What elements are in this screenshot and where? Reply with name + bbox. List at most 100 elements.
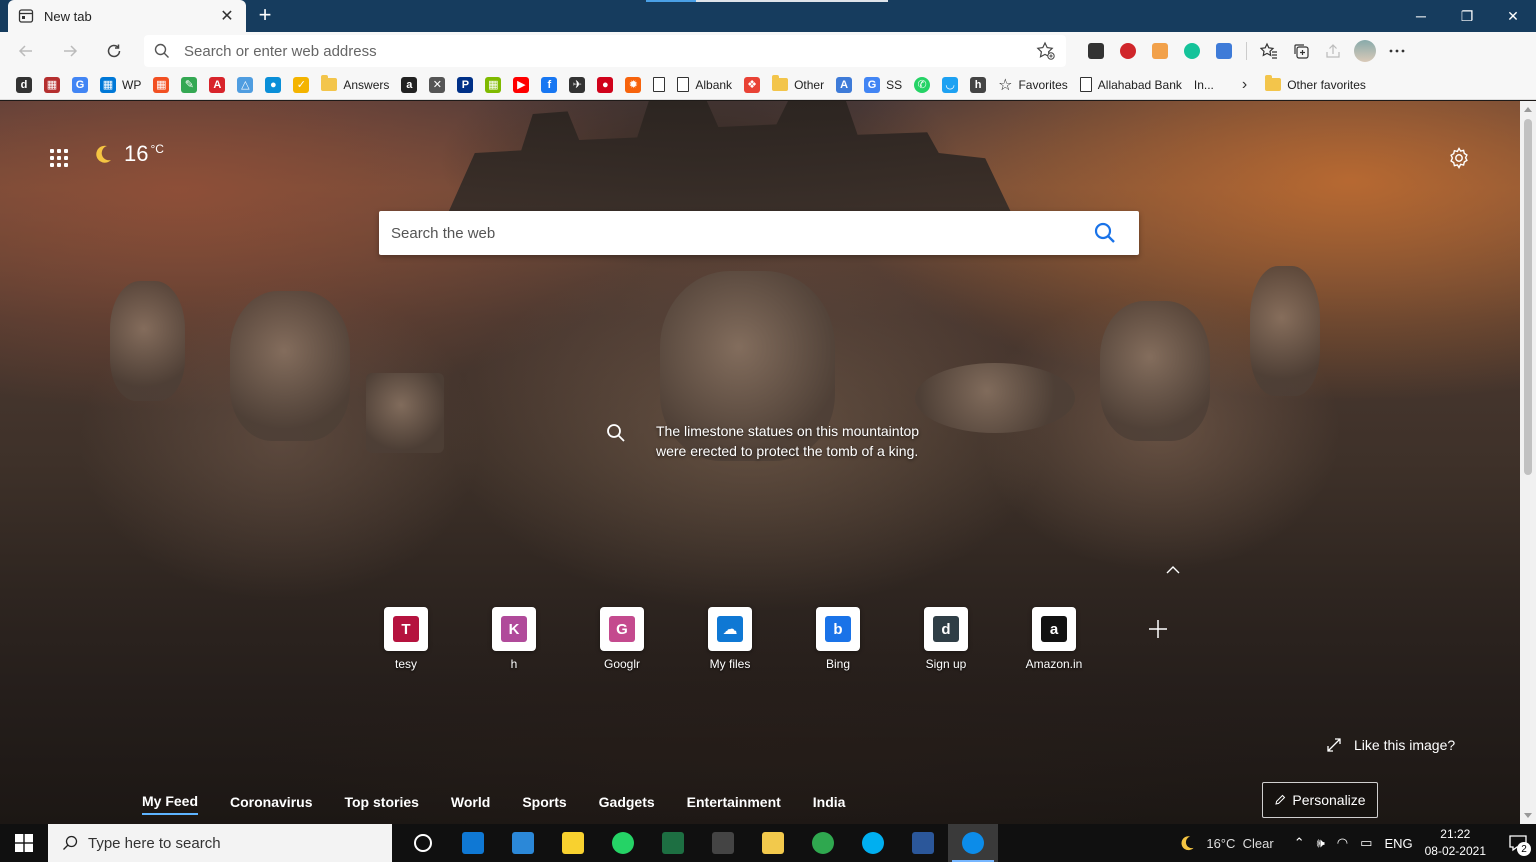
page-scrollbar[interactable] [1520,101,1536,824]
bookmark-item[interactable]: P [453,72,477,98]
taskbar-app[interactable] [398,824,448,862]
tray-weather[interactable]: 16°C Clear [1178,834,1274,852]
volume-icon[interactable]: 🕪 [1317,835,1325,851]
settings-more-button[interactable] [1381,36,1413,66]
action-center-button[interactable]: 2 [1500,824,1536,862]
bookmark-item[interactable]: ▦ [149,72,173,98]
bookmark-item[interactable]: f [537,72,561,98]
wifi-icon[interactable]: ◠ [1337,835,1348,851]
bookmark-item[interactable]: ◡ [938,72,962,98]
quick-link-tile[interactable]: G [600,607,644,651]
bookmark-favorites[interactable]: ☆ Favorites [994,72,1072,98]
weather-widget[interactable]: 16 °C [92,141,164,167]
bookmark-item[interactable]: A [832,72,856,98]
personalize-button[interactable]: Personalize [1262,782,1378,818]
minimize-button[interactable]: ─ [1398,0,1444,32]
quick-link[interactable]: Ttesy [352,607,460,671]
restore-button[interactable]: ❐ [1444,0,1490,32]
quick-link-tile[interactable]: a [1032,607,1076,651]
feed-tab[interactable]: Top stories [344,794,418,814]
forward-button[interactable] [52,36,88,66]
add-site-button[interactable] [1128,607,1188,651]
bookmark-item[interactable]: ▦ [40,72,64,98]
bookmark-item[interactable]: G [68,72,92,98]
bookmark-item[interactable]: ▶ [509,72,533,98]
quick-link[interactable]: ☁ My files [676,607,784,671]
adblock-plus-button[interactable] [1112,36,1144,66]
quick-link[interactable]: a Amazon.in [1000,607,1108,671]
rss-button[interactable] [1144,36,1176,66]
feed-tab[interactable]: World [451,794,490,814]
bookmark-item[interactable]: △ [233,72,257,98]
taskbar-app[interactable] [898,824,948,862]
language-indicator[interactable]: ENG [1384,836,1412,851]
taskbar-app[interactable] [548,824,598,862]
scroll-down-icon[interactable] [1524,813,1532,818]
feed-tab[interactable]: My Feed [142,793,199,815]
clock[interactable]: 21:22 08-02-2021 [1425,826,1486,860]
taskbar-app[interactable] [848,824,898,862]
quick-link-tile[interactable]: T [384,607,428,651]
taskbar-app[interactable] [598,824,648,862]
bookmark-item[interactable]: ● [261,72,285,98]
bookmark-item[interactable]: ❖ [740,72,764,98]
quick-link-tile[interactable]: b [816,607,860,651]
address-input[interactable] [184,42,1036,60]
address-bar[interactable] [144,35,1066,67]
back-button[interactable] [8,36,44,66]
bookmark-item-ss[interactable]: G SS [860,72,906,98]
bookmark-folder[interactable]: Answers [317,72,393,98]
taskbar-app[interactable] [798,824,848,862]
bookmark-item[interactable]: a [397,72,421,98]
bookmark-folder[interactable]: Other [768,72,828,98]
bookmark-item[interactable]: h [966,72,990,98]
taskbar-app[interactable] [648,824,698,862]
taskbar-app[interactable] [698,824,748,862]
bookmark-item[interactable]: ✎ [177,72,201,98]
bookmark-item[interactable] [649,72,669,98]
quick-link-tile[interactable]: d [924,607,968,651]
grammarly-button[interactable] [1176,36,1208,66]
taskbar-app[interactable] [948,824,998,862]
profile-button[interactable] [1349,36,1381,66]
close-window-button[interactable]: ✕ [1490,0,1536,32]
taskbar-search[interactable] [48,824,392,862]
scroll-thumb[interactable] [1524,119,1532,475]
feed-tab[interactable]: India [813,794,846,814]
bookmark-item[interactable]: d [12,72,36,98]
taskbar-search-input[interactable] [88,834,368,852]
start-button[interactable] [0,824,48,862]
quick-link-tile[interactable]: ☁ [708,607,752,651]
taskbar-app[interactable] [448,824,498,862]
chevron-right-icon[interactable]: › [1242,76,1247,94]
search-icon[interactable] [1093,221,1117,245]
bookmark-item-overflow[interactable]: In... [1190,72,1218,98]
add-favorite-icon[interactable] [1036,41,1056,61]
gear-icon[interactable] [1448,147,1470,169]
bookmark-item[interactable]: ● [593,72,617,98]
bookmark-folder[interactable]: Other favorites [1261,72,1370,98]
feed-tab[interactable]: Gadgets [599,794,655,814]
more-extension-button[interactable] [1080,36,1112,66]
bookmark-item[interactable]: ✓ [289,72,313,98]
apps-grid-icon[interactable] [50,149,68,167]
bookmark-item[interactable]: ✈ [565,72,589,98]
close-tab-icon[interactable]: ✕ [218,6,236,26]
translate-button[interactable] [1208,36,1240,66]
bookmark-item[interactable]: A [205,72,229,98]
web-search-box[interactable] [379,211,1139,255]
quick-link[interactable]: G Googlr [568,607,676,671]
chevron-up-icon[interactable]: ⌃ [1294,835,1305,851]
new-tab-button[interactable]: + [252,4,278,28]
battery-icon[interactable]: ▭ [1360,835,1372,851]
favorites-button[interactable] [1253,36,1285,66]
like-image-button[interactable]: Like this image? [1326,737,1455,753]
collections-button[interactable] [1285,36,1317,66]
chevron-up-icon[interactable] [1164,563,1182,577]
taskbar-app[interactable] [498,824,548,862]
scroll-up-icon[interactable] [1524,107,1532,112]
quick-link-tile[interactable]: K [492,607,536,651]
feed-tab[interactable]: Entertainment [687,794,781,814]
bookmark-item[interactable]: ▦ [481,72,505,98]
feed-tab[interactable]: Sports [522,794,566,814]
